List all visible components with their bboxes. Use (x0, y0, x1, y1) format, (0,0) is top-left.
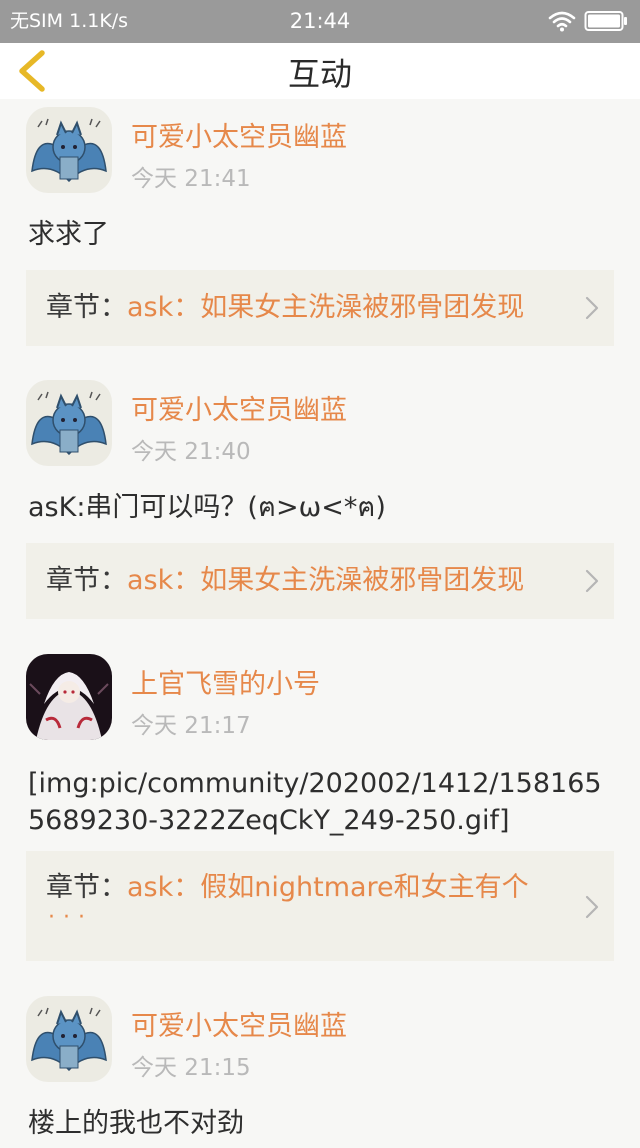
chapter-title: ask：假如nightmare和女主有个 (127, 872, 529, 903)
chapter-label: 章节： (46, 292, 127, 323)
avatar[interactable] (26, 107, 112, 193)
nav-bar: 互动 (0, 43, 640, 99)
chapter-label: 章节： (46, 565, 127, 596)
username[interactable]: 上官飞雪的小号 (131, 662, 320, 701)
chevron-right-icon (585, 569, 599, 593)
chapter-title: ask：如果女主洗澡被邪骨团发现 (127, 565, 525, 596)
chevron-right-icon (585, 895, 599, 919)
comment-text: [img:pic/community/202002/1412/158165568… (28, 768, 602, 836)
chapter-link[interactable]: 章节：ask：假如nightmare和女主有个 ··· (26, 851, 614, 961)
avatar-image (26, 107, 112, 193)
username[interactable]: 可爱小太空员幽蓝 (131, 388, 347, 427)
avatar[interactable] (26, 380, 112, 466)
chevron-right-icon (585, 296, 599, 320)
avatar-image (26, 654, 112, 740)
comment-text: 楼上的我也不对劲 (28, 1108, 244, 1139)
status-bar: 无SIM 1.1K/s 21:44 (0, 0, 640, 43)
username[interactable]: 可爱小太空员幽蓝 (131, 115, 347, 154)
avatar-image (26, 380, 112, 466)
comment-feed[interactable]: 可爱小太空员幽蓝 今天 21:41 求求了 章节：ask：如果女主洗澡被邪骨团发… (0, 99, 640, 1148)
comment-item: 上官飞雪的小号 今天 21:17 [img:pic/community/2020… (0, 646, 640, 988)
comment-item: 可爱小太空员幽蓝 今天 21:41 求求了 章节：ask：如果女主洗澡被邪骨团发… (0, 99, 640, 372)
avatar[interactable] (26, 654, 112, 740)
timestamp: 今天 21:40 (131, 439, 251, 465)
username[interactable]: 可爱小太空员幽蓝 (131, 1004, 347, 1043)
timestamp: 今天 21:41 (131, 166, 251, 192)
chapter-ellipsis: ··· (48, 905, 93, 930)
chapter-link[interactable]: 章节：ask：如果女主洗澡被邪骨团发现 (26, 270, 614, 346)
chapter-label: 章节： (46, 872, 127, 903)
avatar-image (26, 996, 112, 1082)
wifi-icon (548, 11, 576, 32)
timestamp: 今天 21:15 (131, 1055, 251, 1081)
chapter-link[interactable]: 章节：ask：如果女主洗澡被邪骨团发现 (26, 543, 614, 619)
page-title: 互动 (287, 55, 352, 93)
comment-item: 可爱小太空员幽蓝 今天 21:15 楼上的我也不对劲 (0, 988, 640, 1148)
avatar[interactable] (26, 996, 112, 1082)
status-time: 21:44 (289, 9, 351, 33)
timestamp: 今天 21:17 (131, 713, 251, 739)
chapter-title: ask：如果女主洗澡被邪骨团发现 (127, 292, 525, 323)
battery-icon (584, 11, 627, 31)
comment-item: 可爱小太空员幽蓝 今天 21:40 asK:串门可以吗？(ฅ>ω<*ฅ) 章节：… (0, 372, 640, 646)
comment-text: 求求了 (28, 219, 109, 250)
comment-text: asK:串门可以吗？(ฅ>ω<*ฅ) (28, 492, 386, 523)
